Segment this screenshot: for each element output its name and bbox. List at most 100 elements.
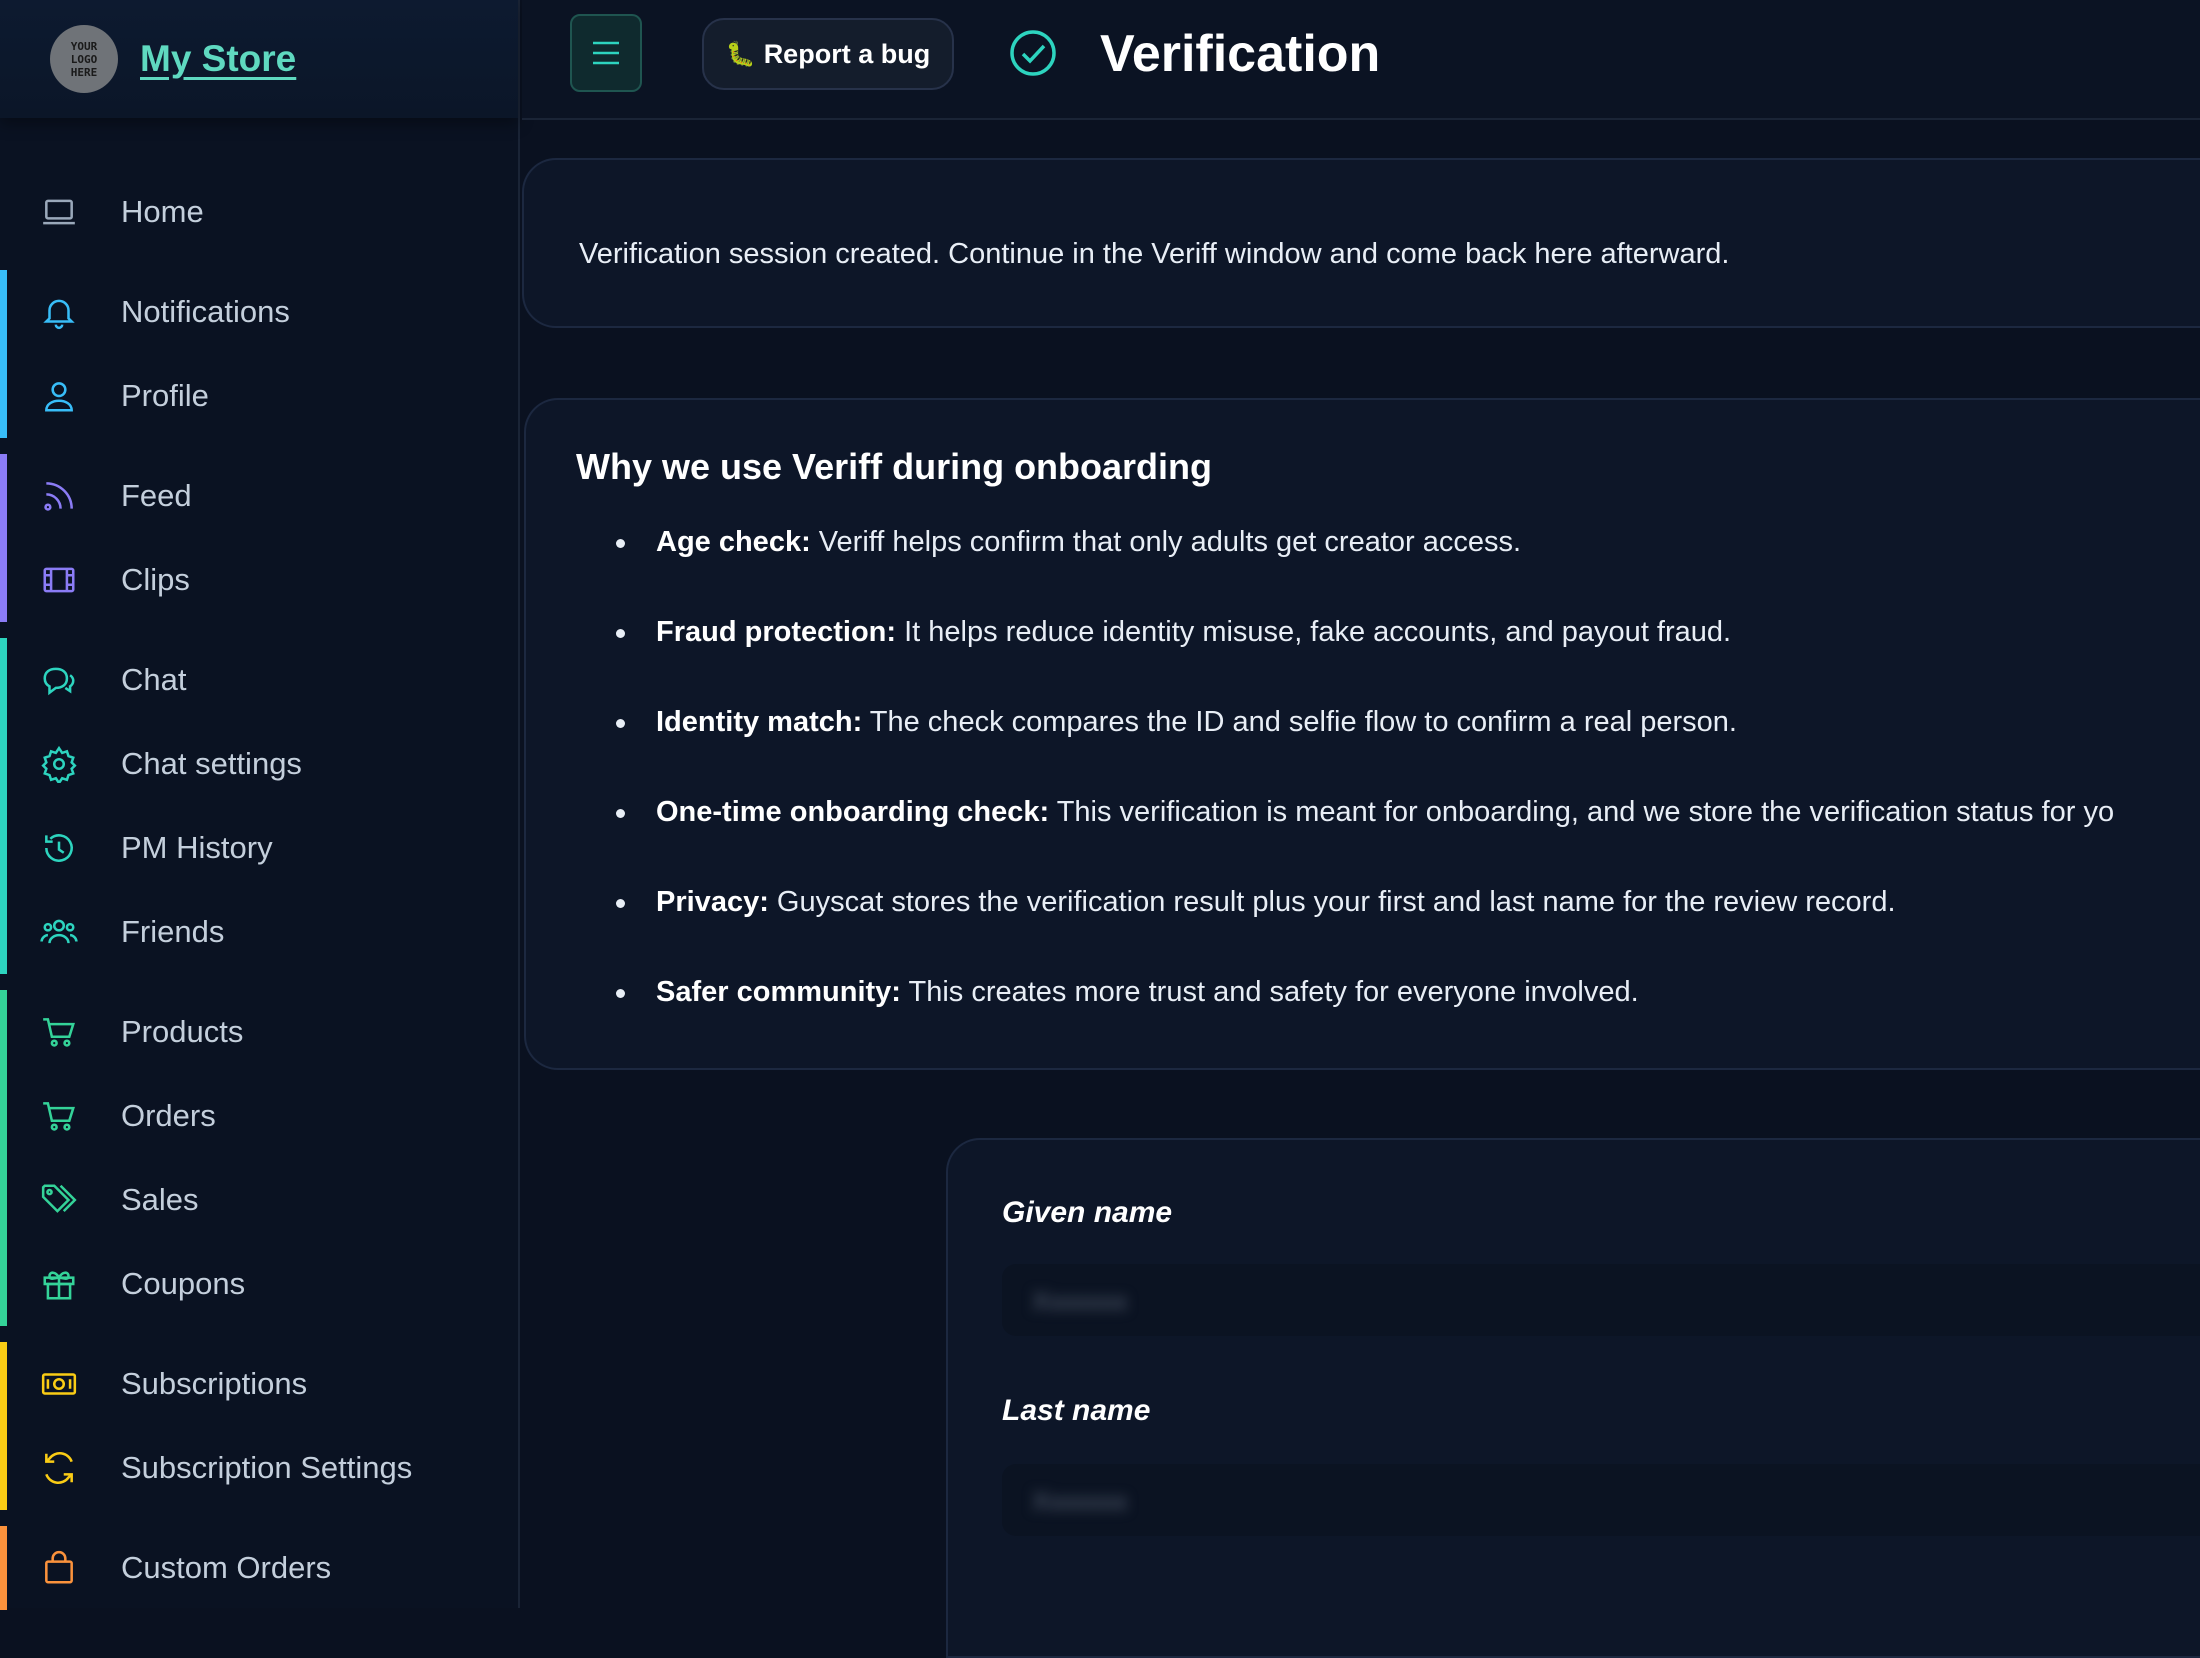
group-accent-bar <box>0 1526 7 1610</box>
sidebar-item-products[interactable]: Products <box>0 990 518 1074</box>
sidebar: YOUR LOGO HERE My Store Home Notifications… <box>0 0 520 1610</box>
bell-icon <box>43 299 75 330</box>
store-logo[interactable]: YOUR LOGO HERE <box>50 25 118 93</box>
refresh-icon <box>45 1452 73 1484</box>
sidebar-item-label: Profile <box>121 378 209 413</box>
item-heading: Age check: <box>656 526 811 558</box>
topbar: 🐛 Report a bug Verification <box>522 0 2200 120</box>
tag-icon <box>41 1184 77 1213</box>
users-icon <box>40 919 78 944</box>
why-veriff-card: Why we use Veriff during onboarding Age … <box>524 398 2200 1070</box>
brand-header: YOUR LOGO HERE My Store <box>0 0 518 118</box>
item-heading: Privacy: <box>656 886 769 918</box>
bag-icon <box>45 1550 73 1584</box>
group-accent-bar <box>0 1342 7 1510</box>
given-name-input[interactable]: Xxxxxxx <box>1002 1264 2200 1336</box>
nav-group-custom: Custom Orders <box>0 1526 518 1610</box>
list-item: Privacy: Guyscat stores the verification… <box>526 882 2200 972</box>
sidebar-item-pm-history[interactable]: PM History <box>0 806 518 890</box>
sidebar-item-custom-orders[interactable]: Custom Orders <box>0 1526 518 1610</box>
chat-icon <box>43 667 75 696</box>
sidebar-item-chat-settings[interactable]: Chat settings <box>0 722 518 806</box>
sidebar-item-label: Subscription Settings <box>121 1450 413 1485</box>
sidebar-item-label: Custom Orders <box>121 1550 332 1585</box>
history-icon <box>45 834 73 862</box>
sidebar-item-label: Feed <box>121 478 192 513</box>
user-icon <box>45 382 73 412</box>
sidebar-item-label: PM History <box>121 830 273 865</box>
sidebar-item-coupons[interactable]: Coupons <box>0 1242 518 1326</box>
item-heading: Fraud protection: <box>656 616 897 648</box>
sidebar-item-clips[interactable]: Clips <box>0 538 518 622</box>
sidebar-item-chat[interactable]: Chat <box>0 638 518 722</box>
sidebar-item-label: Home <box>121 194 204 229</box>
nav-group-content: Feed Clips <box>0 454 518 622</box>
item-text: This verification is meant for onboardin… <box>1049 796 2115 828</box>
sidebar-item-label: Clips <box>121 562 190 597</box>
sidebar-item-friends[interactable]: Friends <box>0 890 518 974</box>
nav-group-subscriptions: Subscriptions Subscription Settings <box>0 1342 518 1510</box>
list-item: One-time onboarding check: This verifica… <box>526 792 2200 882</box>
sidebar-item-home[interactable]: Home <box>0 170 518 254</box>
cart-icon <box>43 1018 75 1047</box>
sidebar-item-label: Orders <box>121 1098 216 1133</box>
list-item: Age check: Veriff helps confirm that onl… <box>526 522 2200 612</box>
rss-icon <box>44 482 73 511</box>
item-heading: Identity match: <box>656 706 863 738</box>
item-text: It helps reduce identity misuse, fake ac… <box>896 616 1732 648</box>
cart-icon <box>43 1102 75 1131</box>
report-bug-button[interactable]: 🐛 Report a bug <box>702 18 954 90</box>
sidebar-item-subscription-settings[interactable]: Subscription Settings <box>0 1426 518 1510</box>
bug-icon: 🐛 <box>725 40 756 68</box>
item-text: Veriff helps confirm that only adults ge… <box>810 526 1522 558</box>
film-icon <box>43 567 75 593</box>
nav-group-commerce: Products Orders Sales Coupons <box>0 990 518 1326</box>
sidebar-item-label: Coupons <box>121 1266 246 1301</box>
group-accent-bar <box>0 638 7 974</box>
why-list: Age check: Veriff helps confirm that onl… <box>526 522 2200 1062</box>
sidebar-item-label: Sales <box>121 1182 199 1217</box>
list-item: Identity match: The check compares the I… <box>526 702 2200 792</box>
sidebar-item-label: Products <box>121 1014 244 1049</box>
sidebar-item-sales[interactable]: Sales <box>0 1158 518 1242</box>
why-title: Why we use Veriff during onboarding <box>576 446 1213 487</box>
report-bug-label: Report a bug <box>763 38 931 69</box>
last-name-value: Xxxxxxx <box>1032 1486 1128 1516</box>
nav-group-social: Chat Chat settings PM History Friends <box>0 638 518 974</box>
gear-icon <box>41 745 77 783</box>
last-name-input[interactable]: Xxxxxxx <box>1002 1464 2200 1536</box>
last-name-label: Last name <box>1002 1394 1151 1427</box>
item-text: Guyscat stores the verification result p… <box>768 886 1896 918</box>
sidebar-item-notifications[interactable]: Notifications <box>0 270 518 354</box>
item-text: The check compares the ID and selfie flo… <box>862 706 1737 738</box>
sidebar-item-label: Chat <box>121 662 187 697</box>
nav-group-main: Home <box>0 170 518 254</box>
sidebar-item-orders[interactable]: Orders <box>0 1074 518 1158</box>
sidebar-item-subscriptions[interactable]: Subscriptions <box>0 1342 518 1426</box>
gift-icon <box>43 1271 75 1300</box>
banknote-icon <box>41 1373 77 1395</box>
sidebar-item-label: Chat settings <box>121 746 302 781</box>
laptop-icon <box>43 199 75 225</box>
hamburger-icon <box>593 41 619 65</box>
sidebar-item-profile[interactable]: Profile <box>0 354 518 438</box>
notice-text: Verification session created. Continue i… <box>579 238 1730 270</box>
store-name-link[interactable]: My Store <box>140 38 296 80</box>
menu-toggle-button[interactable] <box>570 14 642 92</box>
list-item: Fraud protection: It helps reduce identi… <box>526 612 2200 702</box>
sidebar-item-feed[interactable]: Feed <box>0 454 518 538</box>
sidebar-nav: Home Notifications Profile Feed Clips Ch… <box>0 170 518 1626</box>
item-heading: Safer community: <box>656 976 901 1008</box>
check-circle-icon <box>1010 30 1056 76</box>
sidebar-item-label: Friends <box>121 914 225 949</box>
given-name-value: Xxxxxxx <box>1032 1286 1128 1316</box>
verification-notice: Verification session created. Continue i… <box>522 158 2200 328</box>
name-form-card: Given name Xxxxxxx Last name Xxxxxxx <box>946 1138 2200 1658</box>
page-title: Verification <box>1100 25 1381 83</box>
group-accent-bar <box>0 990 7 1326</box>
list-item: Safer community: This creates more trust… <box>526 972 2200 1062</box>
group-accent-bar <box>0 454 7 622</box>
sidebar-item-label: Notifications <box>121 294 290 329</box>
sidebar-item-label: Subscriptions <box>121 1366 308 1401</box>
nav-group-account: Notifications Profile <box>0 270 518 438</box>
